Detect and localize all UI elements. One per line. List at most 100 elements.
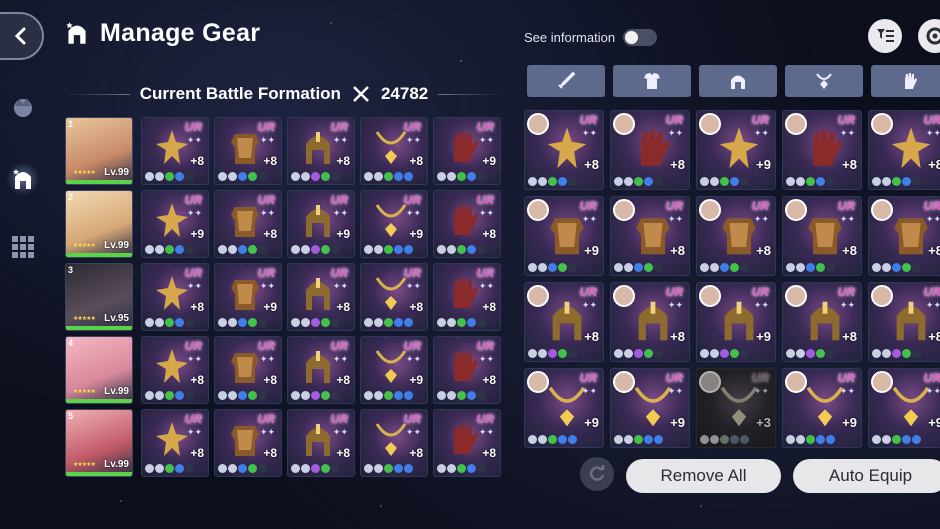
gear-card[interactable]: UR✦✦ +9 — [782, 368, 862, 448]
sparkle-icon: ✦✦ — [925, 300, 940, 310]
tab-helmet[interactable] — [699, 65, 777, 97]
gear-card[interactable]: UR✦✦ +9 — [433, 117, 501, 185]
substat-icon — [457, 318, 466, 327]
substat-icon — [364, 464, 373, 473]
substat-icon — [447, 464, 456, 473]
hero-portrait[interactable]: 3 ★★★★★ Lv.95 — [65, 263, 133, 331]
gear-card[interactable]: UR✦✦ +9 — [360, 336, 428, 404]
rarity-badge: UR — [257, 266, 275, 280]
auto-equip-button[interactable]: Auto Equip — [793, 459, 940, 493]
gear-card[interactable]: UR✦✦ +9 — [610, 368, 690, 448]
substat-icon — [457, 464, 466, 473]
rarity-badge: UR — [403, 412, 421, 426]
rarity-badge: UR — [751, 199, 769, 213]
gear-card[interactable]: UR✦✦ +8 — [868, 282, 940, 362]
gear-card[interactable]: UR✦✦ +8 — [433, 263, 501, 331]
tab-accessory[interactable] — [785, 65, 863, 97]
rail-grid-button[interactable] — [6, 230, 40, 264]
gear-card[interactable]: UR✦✦ +8 — [610, 196, 690, 276]
rail-character-button[interactable] — [6, 92, 40, 126]
gear-card[interactable]: UR✦✦ +8 — [610, 282, 690, 362]
hero-portrait[interactable]: 5 ★★★★★ Lv.99 — [65, 409, 133, 477]
gear-card[interactable]: UR✦✦ +8 — [696, 196, 776, 276]
gear-card[interactable]: UR✦✦ +9 — [360, 190, 428, 258]
gear-card[interactable]: UR✦✦ +9 — [696, 110, 776, 190]
toggle-switch[interactable] — [623, 29, 658, 46]
gear-card[interactable]: UR✦✦ +8 — [141, 336, 209, 404]
substat-icons — [218, 464, 267, 473]
refresh-button[interactable] — [580, 457, 614, 491]
substat-icons — [437, 391, 486, 400]
substat-icon — [614, 263, 623, 272]
rarity-badge: UR — [837, 371, 855, 385]
gear-card[interactable]: UR✦✦ +8 — [433, 190, 501, 258]
gear-card[interactable]: UR✦✦ +8 — [214, 117, 282, 185]
hero-portrait[interactable]: 2 ★★★★★ Lv.99 — [65, 190, 133, 258]
hero-portrait[interactable]: 1 ★★★★★ Lv.99 — [65, 117, 133, 185]
gear-card[interactable]: UR✦✦ +8 — [287, 336, 355, 404]
gear-card[interactable]: UR✦✦ +8 — [141, 117, 209, 185]
substat-icon — [720, 435, 729, 444]
sparkle-icon: ✦✦ — [753, 386, 769, 396]
gear-card[interactable]: UR✦✦ +8 — [287, 263, 355, 331]
see-information-toggle[interactable]: See information — [524, 29, 658, 46]
gear-card[interactable]: UR✦✦ +9 — [214, 263, 282, 331]
substat-icon — [238, 172, 247, 181]
gear-card[interactable]: UR✦✦ +8 — [360, 117, 428, 185]
gear-card[interactable]: UR✦✦ +9 — [868, 368, 940, 448]
substat-icon — [882, 435, 891, 444]
substat-icon — [644, 349, 653, 358]
hero-portrait[interactable]: 4 ★★★★★ Lv.99 — [65, 336, 133, 404]
gear-card[interactable]: UR✦✦ +8 — [141, 263, 209, 331]
substat-icon — [634, 435, 643, 444]
back-button[interactable] — [0, 12, 44, 60]
sparkle-icon: ✦✦ — [259, 208, 275, 218]
substat-icons — [786, 349, 835, 358]
gear-card[interactable]: UR✦✦ +9 — [524, 368, 604, 448]
gear-card[interactable]: UR✦✦ +8 — [433, 409, 501, 477]
gear-card[interactable]: UR✦✦ +8 — [287, 409, 355, 477]
gear-card[interactable]: UR✦✦ +8 — [141, 409, 209, 477]
gear-card[interactable]: UR✦✦ +9 — [696, 282, 776, 362]
remove-all-button[interactable]: Remove All — [626, 459, 781, 493]
gear-card[interactable]: UR✦✦ +8 — [524, 282, 604, 362]
sort-filter-button[interactable] — [868, 19, 902, 53]
tab-gloves[interactable] — [871, 65, 940, 97]
gear-card[interactable]: UR✦✦ +9 — [141, 190, 209, 258]
gear-art-icon — [454, 278, 478, 308]
rail-gear-button[interactable] — [6, 162, 40, 196]
gear-card[interactable]: UR✦✦ +8 — [287, 117, 355, 185]
gear-card[interactable]: UR✦✦ +8 — [360, 409, 428, 477]
gear-card[interactable]: UR✦✦ +8 — [782, 282, 862, 362]
substat-icons — [872, 435, 921, 444]
substat-icon — [816, 177, 825, 186]
tab-weapon[interactable] — [527, 65, 605, 97]
gear-card[interactable]: UR✦✦ +8 — [524, 110, 604, 190]
enhancement-level: +9 — [584, 415, 599, 430]
gear-card[interactable]: UR✦✦ +8 — [610, 110, 690, 190]
tab-armor[interactable] — [613, 65, 691, 97]
gear-card[interactable]: UR✦✦ +8 — [782, 196, 862, 276]
substat-icon — [902, 263, 911, 272]
exp-bar — [66, 253, 132, 257]
gear-card[interactable]: UR✦✦ +8 — [214, 190, 282, 258]
gear-card[interactable]: UR✦✦ +8 — [433, 336, 501, 404]
gear-card[interactable]: UR✦✦ +9 — [287, 190, 355, 258]
substat-icon — [374, 172, 383, 181]
settings-button[interactable] — [918, 19, 940, 53]
gear-card[interactable]: UR✦✦ +8 — [214, 336, 282, 404]
enhancement-level: +8 — [190, 373, 204, 387]
gear-card[interactable]: UR ✦✦ +3 — [696, 368, 776, 448]
gear-card[interactable]: UR✦✦ +8 — [214, 409, 282, 477]
enhancement-level: +8 — [190, 154, 204, 168]
gear-card[interactable]: UR✦✦ +9 — [524, 196, 604, 276]
substat-icon — [912, 263, 921, 272]
substat-icon — [644, 177, 653, 186]
gear-card[interactable]: UR✦✦ +8 — [360, 263, 428, 331]
gear-card[interactable]: UR✦✦ +8 — [868, 196, 940, 276]
gear-card[interactable]: UR✦✦ +8 — [868, 110, 940, 190]
substat-icon — [912, 349, 921, 358]
gear-card[interactable]: UR✦✦ +8 — [782, 110, 862, 190]
equipped-character-avatar — [613, 285, 635, 307]
substat-icons — [700, 349, 749, 358]
